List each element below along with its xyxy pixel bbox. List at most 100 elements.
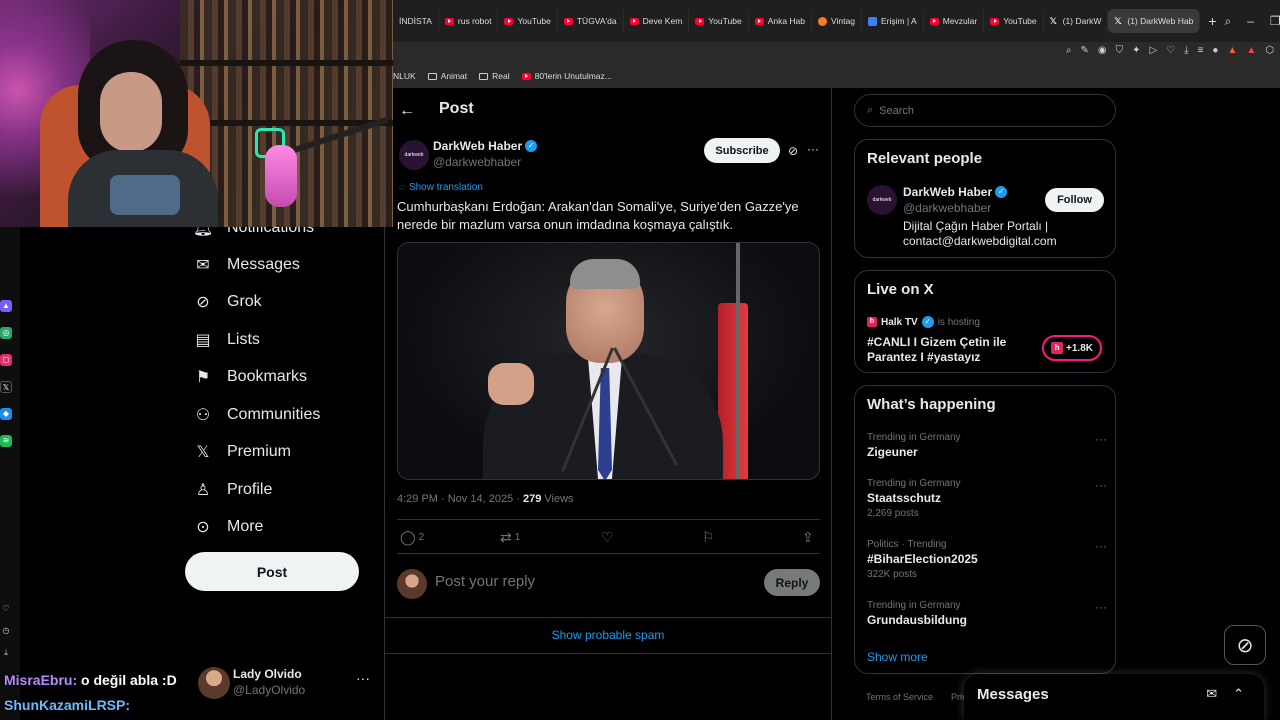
- search-input[interactable]: ⌕ Search: [854, 94, 1116, 127]
- author-name[interactable]: DarkWeb Haber ✓: [433, 139, 538, 153]
- author-avatar[interactable]: darkweb: [399, 140, 429, 170]
- trend-item[interactable]: Politics · Trending #BiharElection2025 3…: [867, 539, 1107, 580]
- browser-tab[interactable]: Deve Kem: [624, 9, 690, 33]
- browser-tab[interactable]: Vintag: [812, 9, 862, 33]
- subscribe-button[interactable]: Subscribe: [704, 138, 780, 163]
- terms-link[interactable]: Terms of Service: [866, 692, 933, 702]
- download-icon: ⤓: [4, 648, 8, 657]
- nav-more[interactable]: ⊙ More: [193, 517, 263, 537]
- nav-bookmarks[interactable]: ⚑ Bookmarks: [193, 367, 307, 387]
- divider: [397, 519, 820, 520]
- messages-drawer[interactable]: Messages ✉ ⌃: [964, 674, 1264, 720]
- grok-floating-button[interactable]: ⊘: [1224, 625, 1266, 665]
- generic-favicon-icon: [867, 16, 877, 26]
- browser-tab[interactable]: YouTube: [984, 9, 1044, 33]
- repost-action[interactable]: ⇄ 1: [500, 529, 520, 546]
- bookmark-folder[interactable]: Real: [479, 71, 510, 81]
- trend-item[interactable]: Trending in Germany Staatsschutz 2,269 p…: [867, 478, 1107, 519]
- play-icon[interactable]: ▷: [1149, 45, 1157, 56]
- kick-icon: ▲: [0, 300, 12, 312]
- nav-lists[interactable]: ▤ Lists: [193, 330, 259, 350]
- live-title[interactable]: #CANLI I Gizem Çetin ile Parantez I #yas…: [867, 335, 1037, 365]
- author-handle[interactable]: @darkwebhaber: [433, 155, 521, 169]
- heart-outline-icon: ♡: [2, 604, 10, 613]
- nav-messages[interactable]: ✉ Messages: [193, 255, 300, 275]
- show-translation-link[interactable]: ◌ Show translation: [399, 182, 483, 193]
- restore-icon[interactable]: ❐: [1270, 14, 1280, 29]
- avatar[interactable]: darkweb: [867, 185, 897, 215]
- browser-tab[interactable]: İNDİSTA: [393, 9, 439, 33]
- more-dots-icon[interactable]: ···: [1095, 539, 1107, 553]
- whats-happening-card: What’s happening Trending in Germany Zig…: [854, 385, 1116, 674]
- more-dots-icon[interactable]: ···: [1095, 600, 1107, 614]
- nav-profile[interactable]: ♙ Profile: [193, 480, 273, 500]
- browser-tab[interactable]: Mevzular: [924, 9, 985, 33]
- browser-tab[interactable]: Erişim | A: [862, 9, 924, 33]
- zoom-icon[interactable]: ⌕: [1066, 45, 1072, 56]
- grok-icon: ⊘: [196, 294, 210, 311]
- download-icon[interactable]: ⤓: [1184, 45, 1188, 56]
- nav-grok[interactable]: ⊘ Grok: [193, 292, 261, 312]
- x-social-icon: 𝕏: [0, 381, 12, 393]
- follow-button[interactable]: Follow: [1045, 188, 1104, 212]
- live-host[interactable]: h Halk TV ✓ is hosting: [867, 316, 980, 328]
- show-probable-spam-link[interactable]: Show probable spam: [385, 628, 831, 642]
- instagram-icon: ◻: [0, 354, 12, 366]
- nav-communities[interactable]: ⚇ Communities: [193, 405, 321, 425]
- more-dots-icon[interactable]: ···: [1095, 478, 1107, 492]
- back-arrow-icon[interactable]: ←: [399, 102, 415, 120]
- browser-tab-active[interactable]: 𝕏 (1) DarkWeb Hab: [1108, 9, 1201, 33]
- reply-input[interactable]: Post your reply: [435, 573, 535, 590]
- browser-tab[interactable]: YouTube: [689, 9, 749, 33]
- trend-item[interactable]: Trending in Germany Grundausbildung ···: [867, 600, 1107, 627]
- post-image[interactable]: [397, 242, 820, 480]
- menu-icon[interactable]: ≡: [1198, 45, 1204, 56]
- nav-premium[interactable]: 𝕏 Premium: [193, 442, 291, 462]
- reply-action[interactable]: ◯ 2: [400, 529, 424, 546]
- avatar: [397, 569, 427, 599]
- footer-links: Terms of Service Priva: [866, 692, 972, 702]
- more-dots-icon[interactable]: ···: [356, 670, 370, 686]
- reply-button[interactable]: Reply: [764, 569, 820, 596]
- browser-tab[interactable]: 𝕏 (1) DarkW: [1044, 9, 1109, 33]
- profile-avatar-icon[interactable]: ●: [1212, 45, 1218, 56]
- live-listeners-badge[interactable]: h +1.8K: [1042, 335, 1102, 361]
- new-message-icon[interactable]: ✉: [1206, 686, 1217, 702]
- search-tabs-icon[interactable]: ⌕: [1225, 14, 1232, 29]
- browser-tab[interactable]: YouTube: [498, 9, 558, 33]
- minimize-icon[interactable]: –: [1247, 14, 1254, 29]
- youtube-icon: [521, 72, 531, 80]
- wallet-icon[interactable]: ⬡: [1265, 45, 1274, 56]
- shield-icon[interactable]: ⛉: [1116, 45, 1124, 56]
- extension-icon[interactable]: ✦: [1132, 45, 1140, 56]
- relevant-people-card: Relevant people darkweb DarkWeb Haber ✓ @…: [854, 139, 1116, 258]
- like-action[interactable]: ♡: [601, 529, 614, 546]
- share-action[interactable]: ⇪: [802, 529, 814, 546]
- browser-tab[interactable]: TÜGVA'da: [558, 9, 624, 33]
- new-tab-icon[interactable]: +: [1200, 13, 1224, 29]
- bookmark-icon: ⚑: [195, 369, 211, 386]
- browser-tab[interactable]: Anka Hab: [749, 9, 813, 33]
- bookmark-item[interactable]: NLUK: [393, 71, 416, 81]
- x-logo-icon: 𝕏: [196, 444, 210, 461]
- bookmark-folder[interactable]: Animat: [427, 71, 467, 81]
- bookmark-action[interactable]: ⚐: [702, 529, 715, 546]
- more-dots-icon[interactable]: ···: [1095, 432, 1107, 446]
- bluesky-icon: ◆: [0, 408, 12, 420]
- divider: [385, 617, 831, 618]
- person-name[interactable]: DarkWeb Haber ✓: [903, 185, 1008, 199]
- edit-icon[interactable]: ✎: [1080, 45, 1088, 56]
- heart-icon[interactable]: ♡: [1166, 45, 1175, 56]
- brave-lion-icon[interactable]: ▲: [1227, 45, 1237, 56]
- post-button[interactable]: Post: [185, 552, 359, 591]
- show-more-link[interactable]: Show more: [867, 650, 928, 664]
- youtube-icon: [990, 17, 1000, 25]
- trend-item[interactable]: Trending in Germany Zigeuner ···: [867, 432, 1107, 459]
- more-dots-icon[interactable]: ···: [807, 142, 819, 156]
- expand-icon[interactable]: ⌃: [1233, 686, 1244, 702]
- grok-explain-icon[interactable]: ⊘: [788, 144, 798, 158]
- browser-tab[interactable]: rus robot: [439, 9, 499, 33]
- bookmark-item[interactable]: 80'lerin Unutulmaz...: [521, 64, 612, 88]
- rewards-icon[interactable]: ▲: [1246, 45, 1256, 56]
- camera-icon[interactable]: ◉: [1098, 45, 1107, 56]
